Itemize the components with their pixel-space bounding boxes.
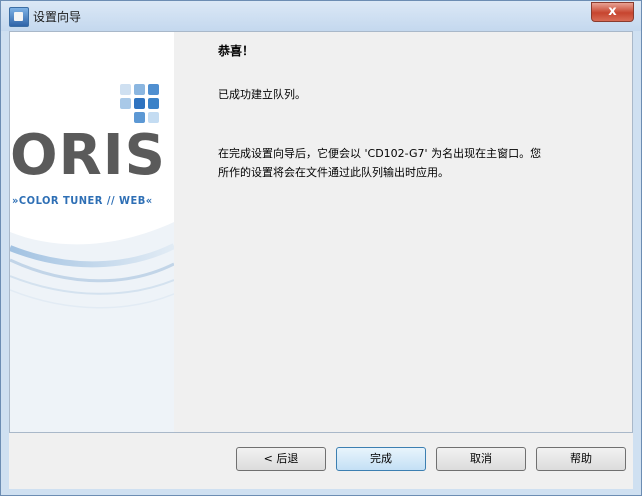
app-icon xyxy=(9,7,29,27)
close-button[interactable]: x xyxy=(591,2,634,22)
button-bar: < 后退 完成 取消 帮助 xyxy=(9,433,633,489)
logo-square xyxy=(148,112,159,123)
setup-wizard-window: 设置向导 x ORIS »COLOR TUNER // WEB« 恭喜！ 已成功… xyxy=(0,0,642,496)
side-panel-banner: ORIS »COLOR TUNER // WEB« xyxy=(10,32,174,432)
success-message: 已成功建立队列。 xyxy=(218,88,306,101)
logo-square xyxy=(134,98,145,109)
help-button[interactable]: 帮助 xyxy=(536,447,626,471)
content-area: 恭喜！ 已成功建立队列。 在完成设置向导后，它便会以 'CD102-G7' 为名… xyxy=(174,32,632,432)
cancel-button[interactable]: 取消 xyxy=(436,447,526,471)
logo-square xyxy=(120,98,131,109)
page-title: 恭喜！ xyxy=(218,44,255,58)
logo-square xyxy=(148,84,159,95)
logo-square xyxy=(148,98,159,109)
title-bar[interactable]: 设置向导 x xyxy=(1,1,641,31)
brand-tagline: »COLOR TUNER // WEB« xyxy=(12,194,153,207)
logo-square xyxy=(134,84,145,95)
brand-logo-text: ORIS xyxy=(10,123,166,188)
window-title: 设置向导 xyxy=(33,10,82,24)
info-message: 在完成设置向导后，它便会以 'CD102-G7' 为名出现在主窗口。您所作的设置… xyxy=(218,147,542,179)
wizard-body: ORIS »COLOR TUNER // WEB« 恭喜！ 已成功建立队列。 在… xyxy=(9,31,633,433)
finish-button[interactable]: 完成 xyxy=(336,447,426,471)
logo-square xyxy=(120,84,131,95)
back-button[interactable]: < 后退 xyxy=(236,447,326,471)
logo-square xyxy=(134,112,145,123)
